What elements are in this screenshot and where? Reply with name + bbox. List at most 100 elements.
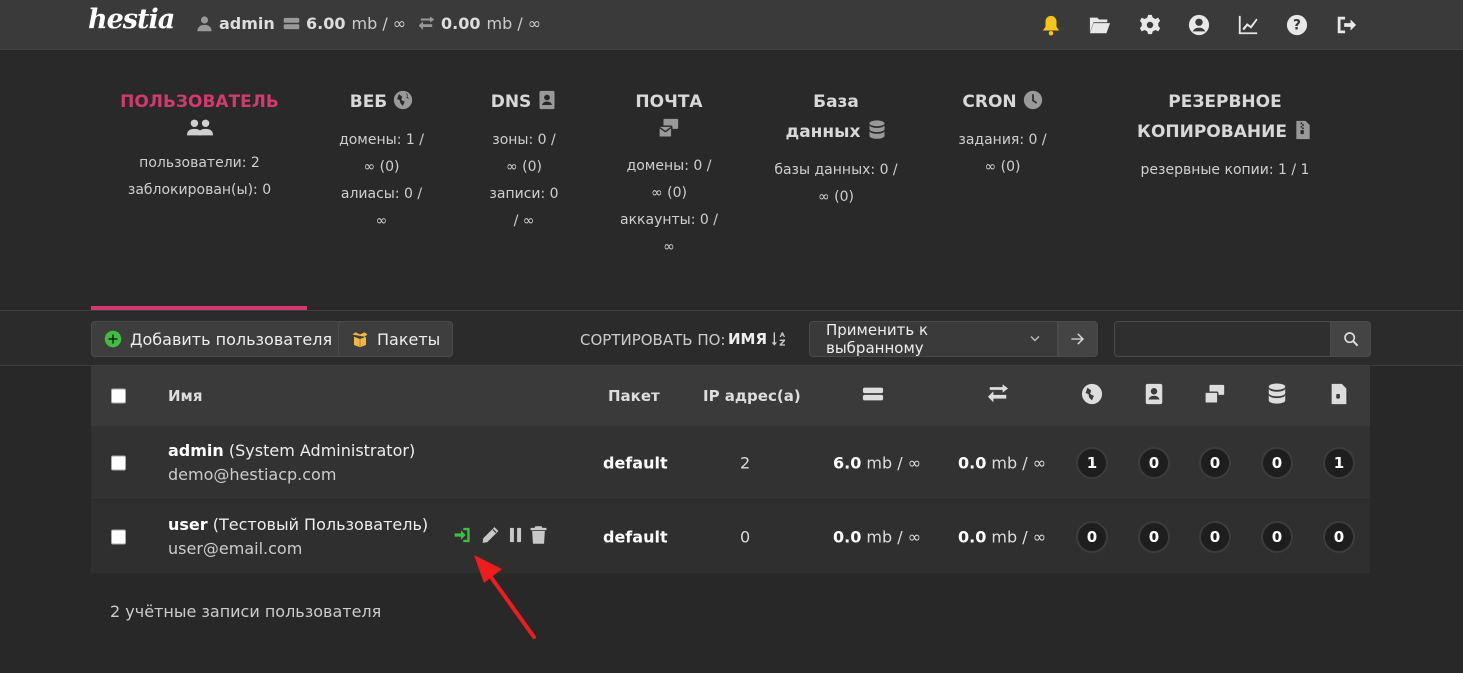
logout-button[interactable]: [1333, 12, 1359, 38]
col-ip[interactable]: IP адрес(а): [703, 387, 801, 405]
tab-cron[interactable]: CRON задания: 0 / ∞ (0): [950, 87, 1055, 181]
mail-domains-limit: ∞ (0): [651, 185, 687, 201]
dns-records: записи: 0: [489, 186, 559, 202]
table-row[interactable]: admin (System Administrator) demo@hestia…: [91, 426, 1370, 500]
select-all-checkbox[interactable]: [111, 388, 126, 404]
web-domains: домены: 1 /: [339, 132, 424, 148]
tab-backups[interactable]: РЕЗЕРВНОЕ КОПИРОВАНИЕ резервные копии: 1…: [1120, 87, 1330, 184]
user-bandwidth: 0.0 mb / ∞: [958, 453, 1046, 472]
bandwidth-value: 0.00: [441, 14, 481, 33]
username-link[interactable]: user: [168, 515, 208, 534]
add-user-button[interactable]: Добавить пользователя: [91, 321, 346, 357]
exchange-icon: [418, 16, 435, 30]
search-icon: [1343, 332, 1358, 347]
disk-usage-unit: mb / ∞: [351, 14, 407, 33]
current-user[interactable]: admin: [196, 14, 275, 33]
svg-text:?: ?: [1293, 18, 1301, 34]
col-backups: [1328, 383, 1350, 409]
folder-open-icon: [1089, 17, 1111, 34]
user-circle-icon: [1188, 14, 1210, 36]
file-archive-icon: [1331, 383, 1347, 405]
disk-usage: 6.00 mb / ∞: [283, 14, 406, 33]
file-archive-icon: [1296, 120, 1310, 140]
statistics-button[interactable]: [1235, 12, 1261, 38]
user-email: demo@hestiacp.com: [168, 464, 337, 484]
toolbar: Добавить пользователя Пакеты СОРТИРОВАТЬ…: [0, 312, 1463, 366]
help-button[interactable]: ?: [1284, 12, 1310, 38]
col-bandwidth: [987, 383, 1009, 409]
packages-label: Пакеты: [377, 329, 441, 349]
chart-line-icon: [1238, 15, 1258, 35]
globe-icon: [394, 90, 413, 110]
bandwidth-unit: mb / ∞: [486, 14, 542, 33]
databases-count: базы данных: 0 /: [774, 162, 898, 178]
web-aliases: алиасы: 0 /: [340, 186, 423, 202]
backup-count: 0: [1323, 520, 1355, 553]
profile-button[interactable]: [1186, 12, 1212, 38]
mail-domains: домены: 0 /: [626, 158, 712, 174]
tab-databases[interactable]: База данных базы данных: 0 / ∞ (0): [768, 87, 904, 211]
sign-in-icon: [454, 527, 470, 542]
row-checkbox[interactable]: [111, 455, 126, 470]
settings-button[interactable]: [1137, 12, 1163, 38]
web-count: 1: [1076, 446, 1108, 479]
notifications-button[interactable]: [1038, 12, 1064, 38]
database-icon: [1268, 383, 1286, 404]
tab-cron-title: CRON: [962, 92, 1017, 112]
sort-alpha-down-icon: [771, 332, 786, 346]
tab-mail[interactable]: ПОЧТА домены: 0 / ∞ (0) аккаунты: 0 / ∞: [614, 87, 724, 261]
row-checkbox[interactable]: [111, 529, 126, 544]
table-row[interactable]: user (Тестовый Пользователь) user@email.…: [91, 500, 1370, 574]
plus-circle-icon: [104, 330, 122, 348]
user-info: admin (System Administrator) demo@hestia…: [168, 439, 415, 487]
apply-bulk-button[interactable]: [1058, 321, 1098, 357]
chevron-down-icon: [1030, 336, 1040, 342]
users-count: пользователи: 2: [139, 155, 260, 171]
user-ip-count: 2: [740, 453, 751, 472]
mail-bulk-icon: [658, 118, 679, 138]
tab-users-title: ПОЛЬЗОВАТЕЛЬ: [120, 92, 279, 112]
col-package[interactable]: Пакет: [608, 387, 660, 405]
user-package: default: [603, 453, 668, 472]
bulk-action-select[interactable]: Применить к выбранному: [809, 321, 1058, 357]
col-name[interactable]: Имя: [168, 387, 202, 405]
tab-dns-title: DNS: [490, 92, 532, 112]
tab-dns[interactable]: DNS зоны: 0 / ∞ (0) записи: 0 / ∞: [474, 87, 574, 235]
database-icon: [869, 120, 885, 139]
tab-web[interactable]: ВЕБ домены: 1 / ∞ (0) алиасы: 0 / ∞: [330, 87, 433, 235]
user-ip-count: 0: [740, 527, 751, 546]
sort-value: ИМЯ: [728, 330, 768, 348]
tab-db-title-2: данных: [785, 122, 861, 142]
dns-zones-limit: ∞ (0): [506, 159, 542, 175]
clock-icon: [1023, 90, 1042, 110]
current-user-name: admin: [219, 14, 275, 33]
hestia-logo[interactable]: hestia: [88, 4, 175, 35]
username-link[interactable]: admin: [168, 441, 224, 460]
users-table: Имя Пакет IP адрес(а) admin (System Admi…: [91, 366, 1370, 574]
packages-button[interactable]: Пакеты: [338, 321, 454, 357]
user-bandwidth: 0.0 mb / ∞: [958, 527, 1046, 546]
db-count: 0: [1261, 520, 1293, 553]
web-domains-limit: ∞ (0): [363, 159, 400, 175]
user-fullname: (System Administrator): [223, 440, 416, 460]
table-header: Имя Пакет IP адрес(а): [91, 366, 1370, 426]
tab-users[interactable]: ПОЛЬЗОВАТЕЛЬ пользователи: 2 заблокирова…: [117, 87, 282, 204]
trash-icon: [530, 525, 547, 544]
tab-web-title: ВЕБ: [349, 92, 388, 112]
col-mail: [1204, 383, 1226, 409]
user-email: user@email.com: [168, 538, 303, 558]
search-button[interactable]: [1330, 321, 1371, 357]
user-info: user (Тестовый Пользователь) user@email.…: [168, 513, 428, 561]
search-input[interactable]: [1114, 321, 1331, 357]
address-book-icon: [1145, 383, 1163, 405]
users-suspended: заблокирован(ы): 0: [127, 182, 272, 198]
bw-unit: mb / ∞: [986, 453, 1047, 472]
sort-toggle[interactable]: ИМЯ: [728, 330, 787, 348]
mail-count: 0: [1199, 446, 1231, 479]
tab-backup-title-1: РЕЗЕРВНОЕ: [1168, 92, 1282, 112]
web-aliases-limit: ∞: [375, 213, 388, 229]
user-icon: [197, 16, 212, 32]
mail-bulk-icon: [1204, 384, 1225, 404]
dns-count: 0: [1138, 446, 1170, 479]
file-manager-button[interactable]: [1087, 12, 1113, 38]
